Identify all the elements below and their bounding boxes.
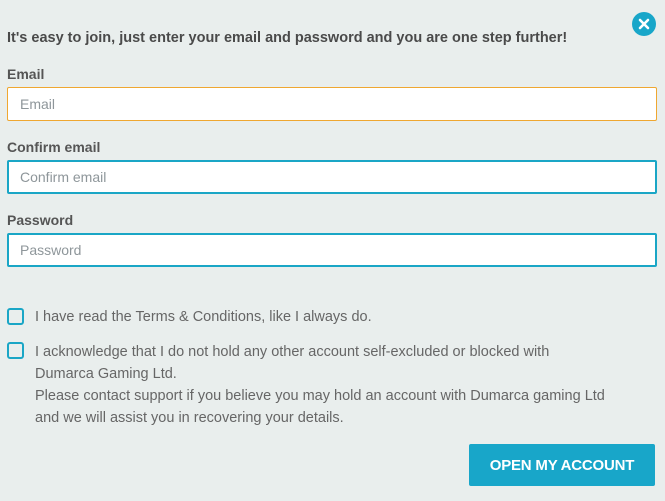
close-button[interactable]	[632, 12, 656, 36]
acknowledge-checkbox[interactable]	[7, 342, 24, 359]
acknowledge-text: I acknowledge that I do not hold any oth…	[35, 344, 605, 426]
terms-checkbox[interactable]	[7, 308, 24, 325]
confirm-email-label: Confirm email	[7, 139, 101, 155]
open-account-button[interactable]: OPEN MY ACCOUNT	[469, 444, 655, 486]
email-field[interactable]	[7, 87, 657, 121]
password-label: Password	[7, 212, 74, 228]
intro-text: It's easy to join, just enter your email…	[7, 30, 568, 46]
terms-text: I have read the Terms & Conditions, like…	[35, 309, 372, 325]
confirm-email-field[interactable]	[7, 160, 657, 194]
close-icon	[638, 18, 650, 30]
email-label: Email	[7, 66, 45, 82]
password-field[interactable]	[7, 233, 657, 267]
